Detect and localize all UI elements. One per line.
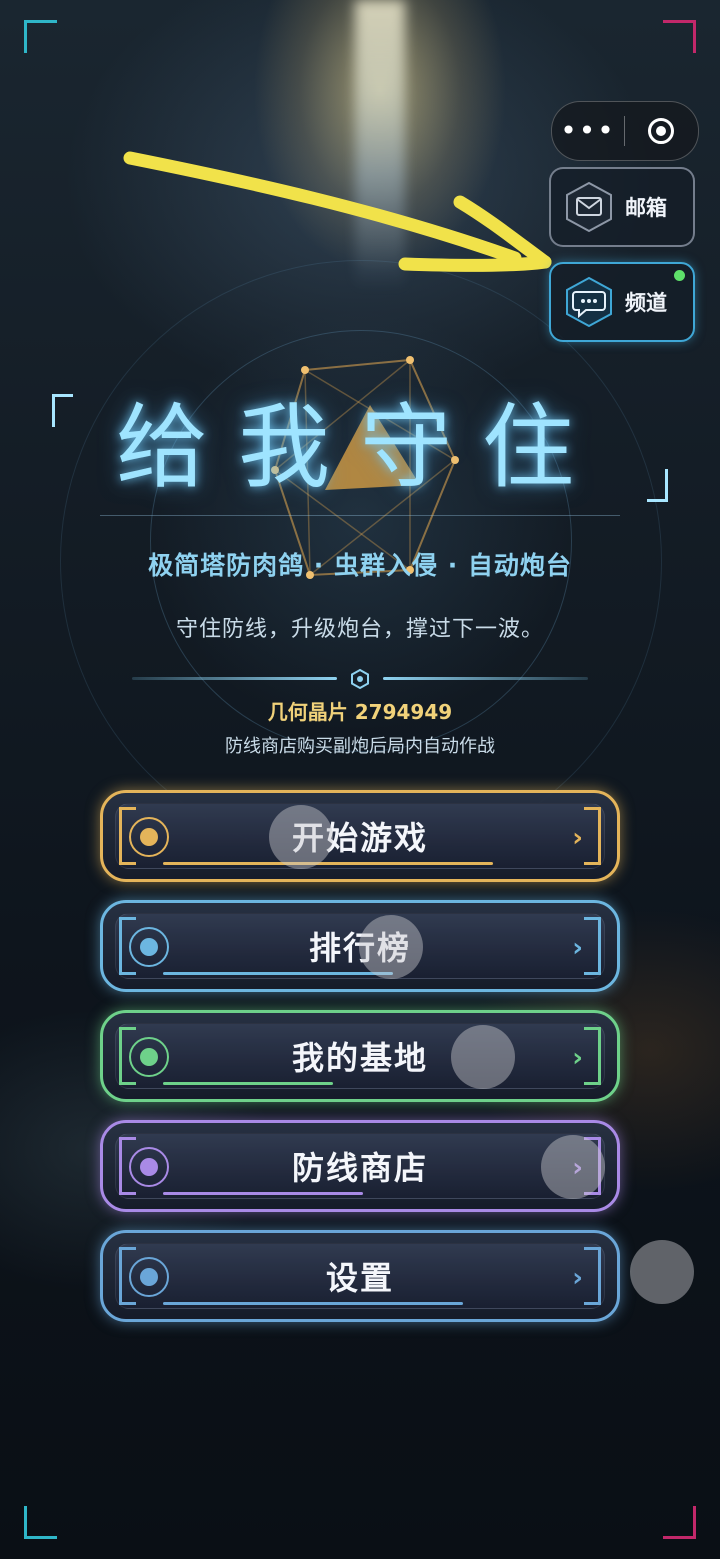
touch-indicator [359, 915, 423, 979]
frame-corner [663, 20, 696, 53]
shop-hint: 防线商店购买副炮后局内自动作战 [225, 736, 495, 757]
touch-indicator [269, 805, 333, 869]
crystal-balance: 几何晶片 2794949 [0, 696, 720, 725]
title-underline [100, 515, 620, 516]
defense-shop-label: 防线商店 [291, 1149, 428, 1187]
channel-button[interactable]: 频道 [549, 262, 695, 342]
frame-corner [24, 1506, 57, 1539]
chevron-right-icon: › [572, 1263, 583, 1293]
divider-right [383, 677, 588, 680]
button-accent-bar [163, 972, 393, 975]
crystal-label: 几何晶片 [267, 700, 348, 724]
settings-label: 设置 [325, 1259, 394, 1297]
touch-indicator [541, 1135, 605, 1199]
more-icon[interactable]: ••• [552, 102, 624, 160]
button-accent-bar [163, 1082, 333, 1085]
mail-icon [566, 181, 612, 233]
frame-corner [24, 20, 57, 53]
crystal-value: 2794949 [354, 700, 453, 724]
button-bracket [584, 1247, 601, 1305]
game-tagline: 守住防线，升级炮台，撑过下一波。 [175, 617, 544, 642]
miniprogram-capsule: ••• [551, 101, 699, 161]
chevron-right-icon: › [572, 1043, 583, 1073]
my-base-button[interactable]: 我的基地 › [100, 1010, 620, 1102]
chat-bubble-icon [566, 276, 612, 328]
start-game-button[interactable]: 开始游戏 › [100, 790, 620, 882]
mail-button[interactable]: 邮箱 [549, 167, 695, 247]
game-title: 给我守住 [115, 394, 604, 501]
status-dot-icon [129, 1257, 169, 1297]
status-dot-icon [129, 1037, 169, 1077]
settings-button[interactable]: 设置 › [100, 1230, 620, 1322]
title-bracket-right [647, 469, 668, 502]
button-accent-bar [163, 1192, 363, 1195]
divider-left [132, 677, 337, 680]
status-dot-icon [129, 817, 169, 857]
chevron-right-icon: › [572, 933, 583, 963]
button-bracket [584, 807, 601, 865]
touch-indicator [630, 1240, 694, 1304]
button-accent-bar [163, 862, 493, 865]
button-bracket [584, 1027, 601, 1085]
leaderboard-button[interactable]: 排行榜 › [100, 900, 620, 992]
status-dot-icon [129, 1147, 169, 1187]
button-bracket [584, 917, 601, 975]
chevron-right-icon: › [572, 823, 583, 853]
button-accent-bar [163, 1302, 463, 1305]
defense-shop-button[interactable]: 防线商店 › [100, 1120, 620, 1212]
close-icon [648, 118, 674, 144]
annotation-arrow [123, 151, 552, 272]
hexagon-icon [351, 668, 369, 690]
my-base-label: 我的基地 [291, 1039, 428, 1077]
notification-dot [674, 270, 685, 281]
frame-corner [663, 1506, 696, 1539]
game-subtitle: 极简塔防肉鸽 · 虫群入侵 · 自动炮台 [148, 551, 572, 580]
mail-label: 邮箱 [625, 196, 667, 220]
close-button[interactable] [625, 118, 697, 144]
touch-indicator [451, 1025, 515, 1089]
game-title-block: 给我守住 [52, 388, 668, 508]
status-dot-icon [129, 927, 169, 967]
channel-label: 频道 [625, 291, 667, 315]
